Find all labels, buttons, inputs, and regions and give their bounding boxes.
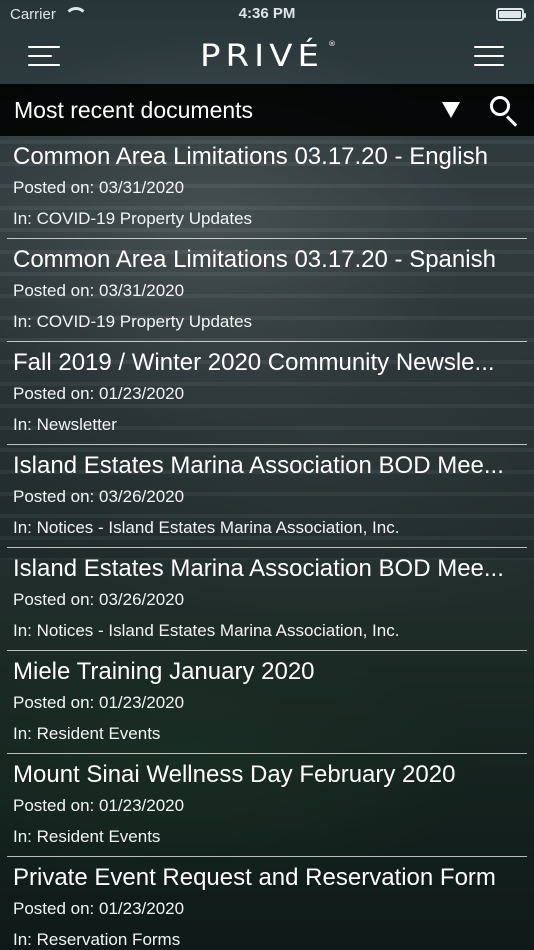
search-icon[interactable]: [488, 94, 520, 127]
logo-registered-mark: ®: [327, 39, 336, 48]
document-title: Island Estates Marina Association BOD Me…: [13, 555, 504, 582]
menu-icon[interactable]: [28, 43, 62, 69]
posted-date: Posted on: 03/31/2020: [13, 178, 185, 197]
document-category: In: COVID-19 Property Updates: [13, 209, 253, 228]
posted-date: Posted on: 01/23/2020: [13, 384, 185, 403]
document-title: Island Estates Marina Association BOD Me…: [13, 452, 504, 479]
nav-bar: PRIVÉ ®: [0, 28, 534, 84]
list-item[interactable]: Island Estates Marina Association BOD Me…: [7, 445, 527, 548]
document-title: Miele Training January 2020: [13, 658, 315, 685]
carrier-label: Carrier: [10, 5, 56, 23]
document-title: Private Event Request and Reservation Fo…: [13, 864, 496, 891]
document-title: Fall 2019 / Winter 2020 Community Newsle…: [13, 349, 495, 376]
posted-date: Posted on: 01/23/2020: [13, 796, 185, 815]
list-item[interactable]: Private Event Request and Reservation Fo…: [7, 857, 527, 950]
document-category: In: Resident Events: [13, 724, 161, 743]
status-time: 4:36 PM: [238, 5, 296, 22]
list-item[interactable]: Common Area Limitations 03.17.20 - Spani…: [7, 239, 527, 342]
logo-text: PRIVÉ: [200, 38, 324, 74]
status-bar: Carrier 4:36 PM: [0, 0, 534, 28]
posted-date: Posted on: 03/26/2020: [13, 590, 185, 609]
document-title: Mount Sinai Wellness Day February 2020: [13, 761, 456, 788]
wifi-icon: [63, 7, 88, 21]
document-title: Common Area Limitations 03.17.20 - Engli…: [13, 143, 488, 170]
document-category: In: Notices - Island Estates Marina Asso…: [13, 518, 400, 537]
posted-date: Posted on: 03/31/2020: [13, 281, 185, 300]
document-category: In: Newsletter: [13, 415, 117, 434]
document-title: Common Area Limitations 03.17.20 - Spani…: [13, 246, 496, 273]
prive-logo: PRIVÉ ®: [200, 38, 336, 74]
list-item[interactable]: Common Area Limitations 03.17.20 - Engli…: [7, 136, 527, 239]
document-category: In: Reservation Forms: [13, 930, 181, 949]
triangle-down-icon[interactable]: [442, 102, 460, 118]
list-item[interactable]: Miele Training January 2020 Posted on: 01…: [7, 651, 527, 754]
list-item[interactable]: Mount Sinai Wellness Day February 2020 Po…: [7, 754, 527, 857]
posted-date: Posted on: 03/26/2020: [13, 487, 185, 506]
filter-bar: Most recent documents: [0, 84, 534, 136]
status-left: Carrier: [10, 5, 88, 23]
battery-icon: [496, 7, 526, 21]
list-item[interactable]: Fall 2019 / Winter 2020 Community Newsle…: [7, 342, 527, 445]
document-category: In: Notices - Island Estates Marina Asso…: [13, 621, 400, 640]
list-item[interactable]: Island Estates Marina Association BOD Me…: [7, 548, 527, 651]
document-category: In: Resident Events: [13, 827, 161, 846]
document-list: Common Area Limitations 03.17.20 - Engli…: [0, 136, 534, 950]
posted-date: Posted on: 01/23/2020: [13, 899, 185, 918]
document-category: In: COVID-19 Property Updates: [13, 312, 253, 331]
filter-title[interactable]: Most recent documents: [14, 97, 442, 124]
posted-date: Posted on: 01/23/2020: [13, 693, 185, 712]
list-menu-icon[interactable]: [472, 43, 506, 69]
